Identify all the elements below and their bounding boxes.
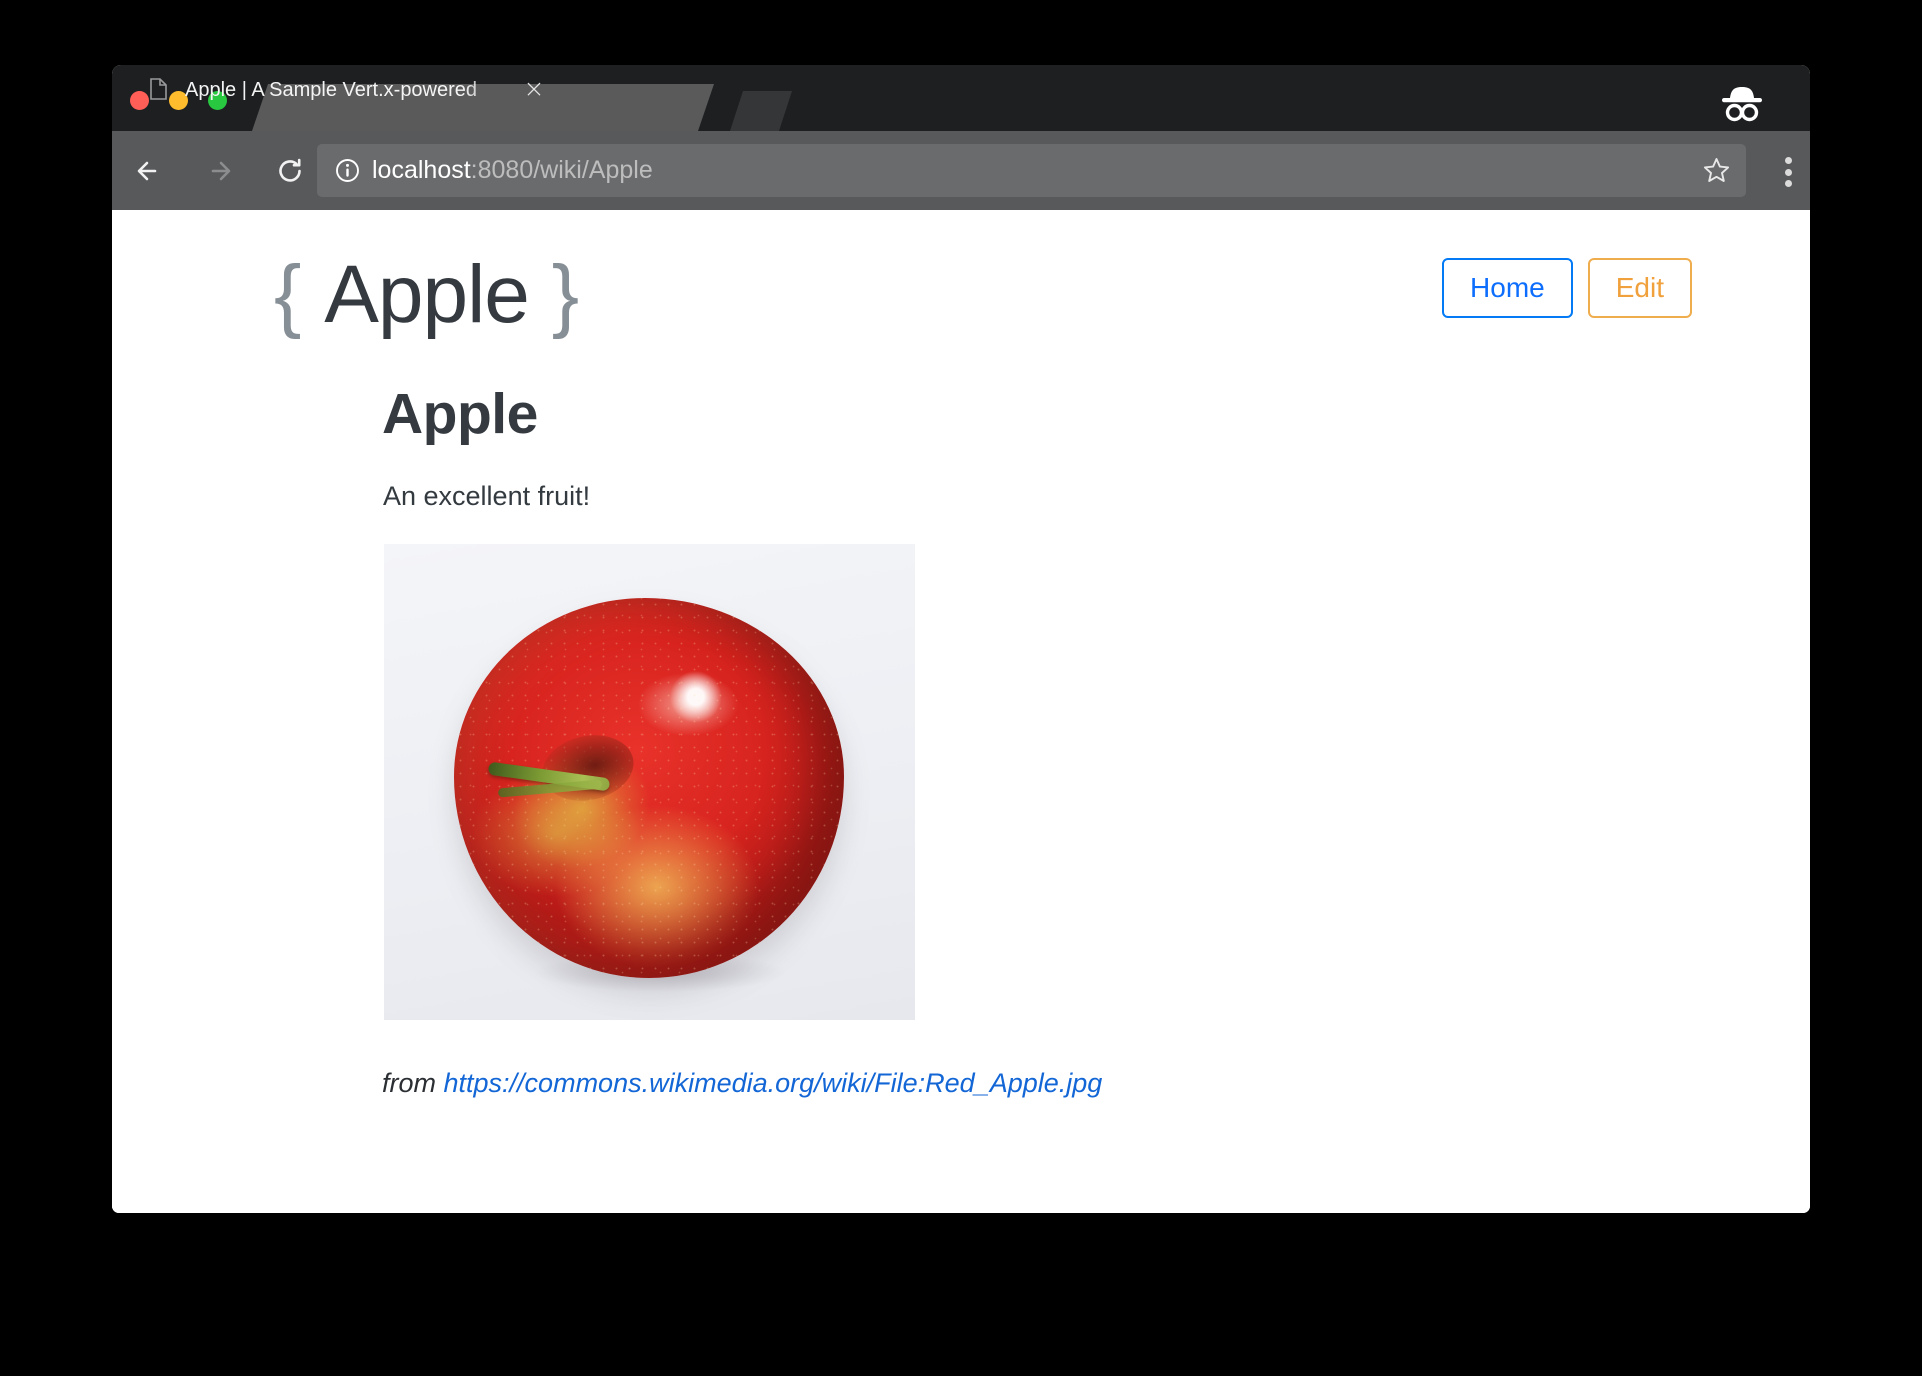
- browser-titlebar: Apple | A Sample Vert.x-powered ×: [112, 65, 1810, 131]
- article-title: Apple: [382, 382, 538, 446]
- brace-open: {: [274, 249, 302, 340]
- browser-toolbar: localhost:8080/wiki/Apple: [112, 131, 1810, 210]
- header-action-buttons: Home Edit: [1442, 258, 1692, 318]
- document-icon: [150, 78, 167, 100]
- menu-dot: [1784, 168, 1792, 176]
- article-body-text: An excellent fruit!: [383, 481, 591, 511]
- reload-icon[interactable]: [268, 149, 312, 193]
- home-button[interactable]: Home: [1442, 258, 1573, 318]
- page-content: { Apple } Home Edit Apple An excellent f…: [112, 210, 1810, 1213]
- site-logo: { Apple }: [274, 240, 579, 350]
- address-bar-text: localhost:8080/wiki/Apple: [372, 154, 653, 187]
- info-circle-icon[interactable]: [335, 158, 360, 183]
- site-header: { Apple } Home Edit: [112, 240, 1810, 360]
- edit-button[interactable]: Edit: [1587, 258, 1692, 318]
- forward-arrow-icon: [211, 161, 231, 181]
- address-bar-path: :8080/wiki/Apple: [470, 156, 653, 184]
- window-close-button[interactable]: [130, 91, 149, 110]
- site-logo-name: Apple: [324, 249, 530, 340]
- star-icon[interactable]: [1703, 157, 1730, 184]
- address-bar[interactable]: localhost:8080/wiki/Apple: [317, 144, 1746, 197]
- apple-shape: [454, 598, 844, 978]
- attribution-prefix: from: [382, 1068, 444, 1098]
- red-apple-photo: [384, 544, 915, 1020]
- menu-dot: [1784, 180, 1792, 187]
- new-tab-button[interactable]: [730, 91, 792, 131]
- browser-menu-icon[interactable]: [1784, 157, 1792, 187]
- browser-tab-title: Apple | A Sample Vert.x-powered: [185, 79, 478, 101]
- browser-window: Apple | A Sample Vert.x-powered × localh…: [112, 65, 1810, 1213]
- apple-photo-background: [384, 544, 915, 1020]
- address-bar-host: localhost: [372, 156, 471, 184]
- incognito-icon: [1722, 87, 1762, 122]
- brace-close: }: [551, 249, 580, 340]
- back-arrow-icon[interactable]: [126, 149, 170, 193]
- menu-dot: [1784, 157, 1792, 164]
- attribution: from https://commons.wikimedia.org/wiki/…: [382, 1065, 1102, 1101]
- attribution-link[interactable]: https://commons.wikimedia.org/wiki/File:…: [444, 1068, 1103, 1098]
- tab-close-icon[interactable]: ×: [520, 76, 548, 104]
